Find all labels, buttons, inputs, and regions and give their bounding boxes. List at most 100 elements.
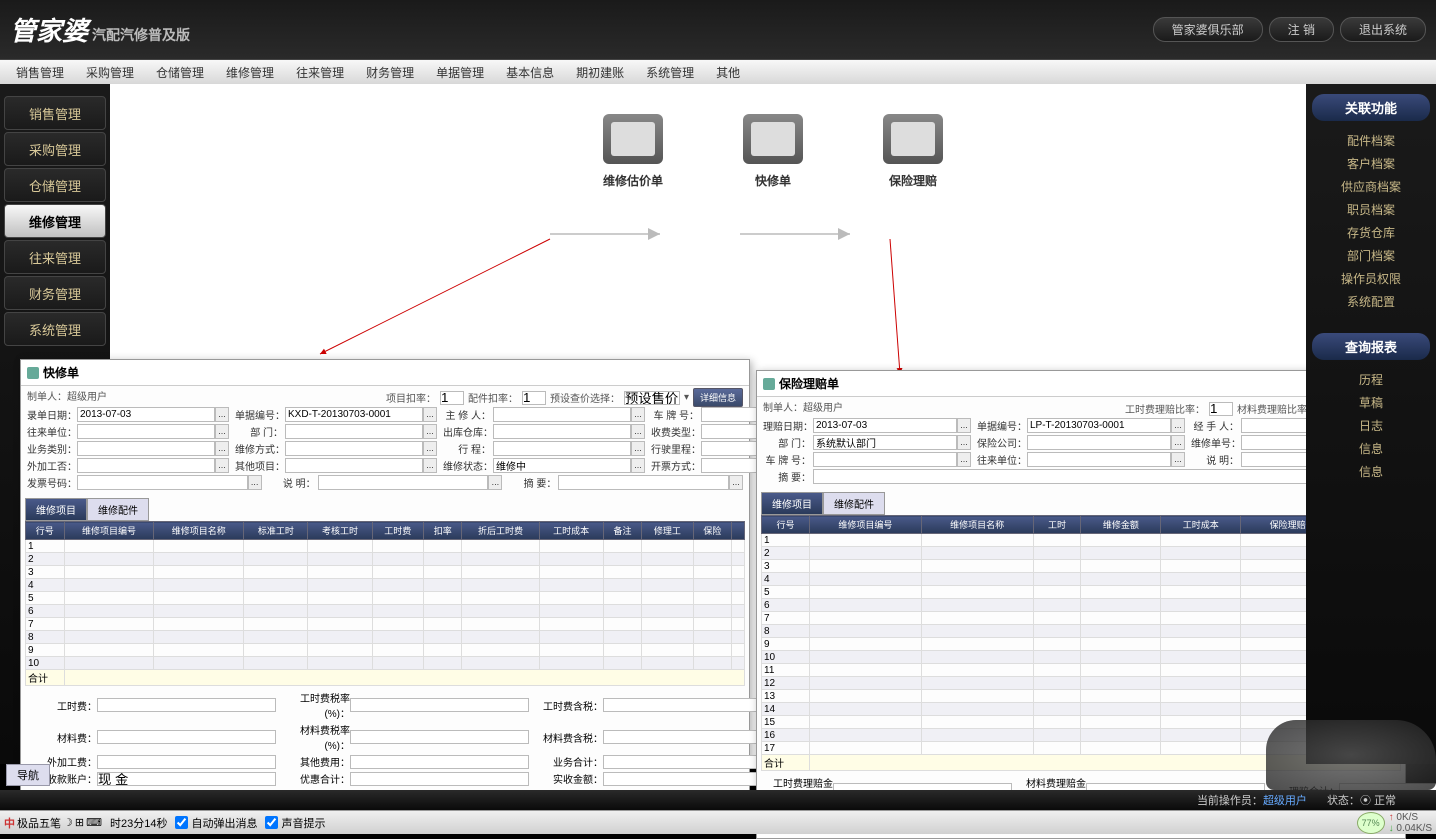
field-input[interactable] bbox=[285, 441, 423, 456]
ime-indicator[interactable]: 中极品五笔☽⊞⌨ bbox=[4, 815, 102, 831]
dropdown-icon[interactable]: … bbox=[423, 458, 437, 473]
sidebar-item[interactable]: 财务管理 bbox=[4, 276, 106, 310]
dropdown-icon[interactable]: … bbox=[215, 407, 229, 422]
table-row[interactable]: 7 bbox=[26, 618, 745, 631]
dropdown-icon[interactable]: … bbox=[957, 418, 971, 433]
table-row[interactable]: 13 bbox=[762, 690, 1401, 703]
table-row[interactable]: 2 bbox=[762, 547, 1401, 560]
table-row[interactable]: 3 bbox=[762, 560, 1401, 573]
menu-item[interactable]: 往来管理 bbox=[286, 62, 354, 83]
related-item[interactable]: 供应商档案 bbox=[1306, 175, 1436, 198]
field-input[interactable] bbox=[813, 452, 957, 467]
tab[interactable]: 维修配件 bbox=[823, 492, 885, 515]
dropdown-icon[interactable]: … bbox=[423, 407, 437, 422]
workflow-item[interactable]: 保险理赔 bbox=[883, 114, 943, 189]
preset-dd[interactable]: ▾ bbox=[684, 392, 689, 403]
table-row[interactable]: 7 bbox=[762, 612, 1401, 625]
related-item[interactable]: 存货仓库 bbox=[1306, 221, 1436, 244]
workflow-item[interactable]: 快修单 bbox=[743, 114, 803, 189]
field-input[interactable] bbox=[77, 458, 215, 473]
preset-select[interactable] bbox=[624, 391, 680, 405]
dropdown-icon[interactable]: … bbox=[423, 424, 437, 439]
related-item[interactable]: 客户档案 bbox=[1306, 152, 1436, 175]
table-row[interactable]: 12 bbox=[762, 677, 1401, 690]
footer-input[interactable] bbox=[350, 772, 529, 786]
sound-checkbox[interactable]: 声音提示 bbox=[265, 815, 325, 831]
table-row[interactable]: 8 bbox=[762, 625, 1401, 638]
dropdown-icon[interactable]: … bbox=[1171, 435, 1185, 450]
top-btn[interactable]: 退出系统 bbox=[1340, 17, 1426, 42]
sidebar-item[interactable]: 维修管理 bbox=[4, 204, 106, 238]
menu-item[interactable]: 维修管理 bbox=[216, 62, 284, 83]
report-item[interactable]: 信息 bbox=[1306, 437, 1436, 460]
table-row[interactable]: 6 bbox=[26, 605, 745, 618]
dropdown-icon[interactable]: … bbox=[215, 424, 229, 439]
table-row[interactable]: 5 bbox=[26, 592, 745, 605]
related-item[interactable]: 配件档案 bbox=[1306, 129, 1436, 152]
part-rate-input[interactable] bbox=[522, 391, 546, 405]
top-btn[interactable]: 管家婆俱乐部 bbox=[1153, 17, 1263, 42]
sidebar-item[interactable]: 采购管理 bbox=[4, 132, 106, 166]
tab[interactable]: 维修项目 bbox=[25, 498, 87, 521]
tab[interactable]: 维修项目 bbox=[761, 492, 823, 515]
field-input[interactable] bbox=[1027, 452, 1171, 467]
field-input[interactable] bbox=[493, 424, 631, 439]
field-input[interactable] bbox=[493, 441, 631, 456]
field-input[interactable] bbox=[558, 475, 729, 490]
menu-item[interactable]: 其他 bbox=[706, 62, 750, 83]
dropdown-icon[interactable]: … bbox=[488, 475, 502, 490]
menu-item[interactable]: 系统管理 bbox=[636, 62, 704, 83]
nav-button[interactable]: 导航 bbox=[6, 764, 50, 786]
dropdown-icon[interactable]: … bbox=[215, 458, 229, 473]
fee-rate-input[interactable] bbox=[1209, 402, 1233, 416]
menu-item[interactable]: 仓储管理 bbox=[146, 62, 214, 83]
field-input[interactable] bbox=[318, 475, 489, 490]
sidebar-item[interactable]: 往来管理 bbox=[4, 240, 106, 274]
menu-item[interactable]: 销售管理 bbox=[6, 62, 74, 83]
table-row[interactable]: 2 bbox=[26, 553, 745, 566]
field-input[interactable] bbox=[285, 424, 423, 439]
related-item[interactable]: 系统配置 bbox=[1306, 290, 1436, 313]
dropdown-icon[interactable]: … bbox=[631, 424, 645, 439]
field-input[interactable] bbox=[285, 458, 423, 473]
dropdown-icon[interactable]: … bbox=[1171, 452, 1185, 467]
dropdown-icon[interactable]: … bbox=[215, 441, 229, 456]
table-row[interactable]: 11 bbox=[762, 664, 1401, 677]
related-item[interactable]: 部门档案 bbox=[1306, 244, 1436, 267]
footer-input[interactable] bbox=[97, 730, 276, 744]
table-row[interactable]: 5 bbox=[762, 586, 1401, 599]
dropdown-icon[interactable]: … bbox=[248, 475, 262, 490]
dropdown-icon[interactable]: … bbox=[631, 458, 645, 473]
footer-input[interactable] bbox=[350, 730, 529, 744]
report-item[interactable]: 日志 bbox=[1306, 414, 1436, 437]
field-input[interactable] bbox=[77, 407, 215, 422]
dropdown-icon[interactable]: … bbox=[729, 475, 743, 490]
field-input[interactable] bbox=[493, 458, 631, 473]
dropdown-icon[interactable]: … bbox=[957, 435, 971, 450]
field-input[interactable] bbox=[813, 418, 957, 433]
menu-item[interactable]: 期初建账 bbox=[566, 62, 634, 83]
top-btn[interactable]: 注 销 bbox=[1269, 17, 1334, 42]
report-item[interactable]: 草稿 bbox=[1306, 391, 1436, 414]
sidebar-item[interactable]: 销售管理 bbox=[4, 96, 106, 130]
dropdown-icon[interactable]: … bbox=[1171, 418, 1185, 433]
footer-input[interactable] bbox=[97, 755, 276, 769]
table-row[interactable]: 4 bbox=[762, 573, 1401, 586]
table-row[interactable]: 1 bbox=[762, 534, 1401, 547]
field-input[interactable] bbox=[77, 475, 248, 490]
field-input[interactable] bbox=[493, 407, 631, 422]
menu-item[interactable]: 单据管理 bbox=[426, 62, 494, 83]
menu-item[interactable]: 采购管理 bbox=[76, 62, 144, 83]
report-item[interactable]: 历程 bbox=[1306, 368, 1436, 391]
proj-rate-input[interactable] bbox=[440, 391, 464, 405]
sidebar-item[interactable]: 系统管理 bbox=[4, 312, 106, 346]
table-row[interactable]: 1 bbox=[26, 540, 745, 553]
related-item[interactable]: 职员档案 bbox=[1306, 198, 1436, 221]
field-input[interactable] bbox=[1027, 435, 1171, 450]
table-row[interactable]: 10 bbox=[762, 651, 1401, 664]
dropdown-icon[interactable]: … bbox=[631, 441, 645, 456]
auto-popup-checkbox[interactable]: 自动弹出消息 bbox=[175, 815, 257, 831]
dropdown-icon[interactable]: … bbox=[631, 407, 645, 422]
table-row[interactable]: 4 bbox=[26, 579, 745, 592]
related-item[interactable]: 操作员权限 bbox=[1306, 267, 1436, 290]
